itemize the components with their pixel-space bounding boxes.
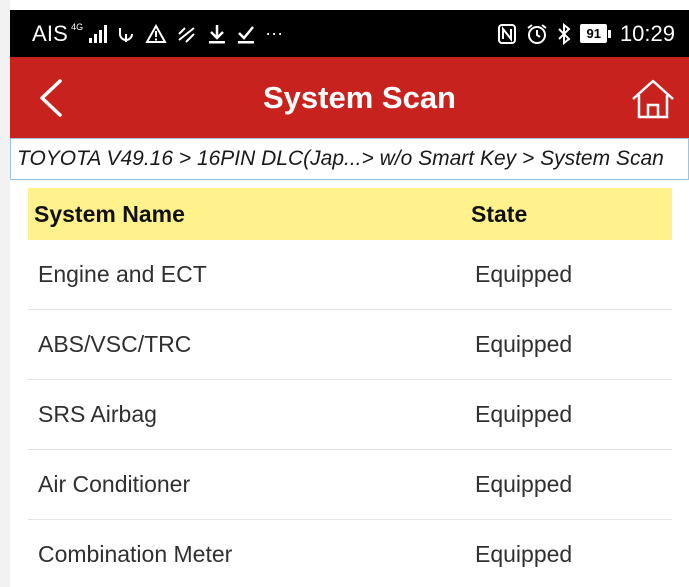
system-name-cell: Air Conditioner [38,471,191,497]
battery-level: 91 [580,24,607,43]
signal-strength-icon [89,24,108,43]
bluetooth-icon [558,22,571,45]
table-row[interactable]: SRS Airbag Equipped [28,380,672,450]
download-icon [209,24,226,43]
status-bar: AIS 4G ··· 91 10:29 [10,10,689,57]
system-name-cell: ABS/VSC/TRC [38,331,192,357]
table-header: System Name State [28,188,672,240]
no-signal-icon [178,26,195,43]
usb-debug-icon [119,27,134,42]
status-right-group: 91 10:29 [497,21,675,47]
more-icon: ··· [265,23,284,43]
status-left-group: AIS 4G ··· [32,21,283,47]
system-name-cell: SRS Airbag [38,401,157,427]
system-state-cell: Equipped [475,541,573,567]
app-screen: AIS 4G ··· 91 10:29 System Scan TOYOTA V… [0,0,689,587]
system-state-cell: Equipped [475,331,573,357]
warning-icon [145,23,167,43]
checkmark-icon [238,25,255,43]
home-button[interactable] [629,75,677,123]
breadcrumb: TOYOTA V49.16 > 16PIN DLC(Jap...> w/o Sm… [10,138,689,180]
system-table: System Name State Engine and ECT Equippe… [28,188,672,587]
column-header-state: State [471,200,528,227]
table-row[interactable]: Air Conditioner Equipped [28,450,672,520]
nfc-icon [498,23,517,44]
alarm-icon [527,23,548,44]
home-icon [632,79,674,119]
clock: 10:29 [619,20,675,46]
system-name-cell: Combination Meter [38,541,233,567]
page-title: System Scan [263,80,456,115]
column-header-system-name: System Name [34,200,185,227]
app-header: System Scan [10,57,689,138]
table-row[interactable]: Engine and ECT Equipped [28,240,672,310]
system-name-cell: Engine and ECT [38,261,207,287]
system-state-cell: Equipped [475,401,573,427]
system-state-cell: Equipped [475,471,573,497]
table-row[interactable]: Combination Meter Equipped [28,520,672,587]
battery-icon: 91 [580,24,611,43]
carrier-name: AIS [32,20,69,46]
table-row[interactable]: ABS/VSC/TRC Equipped [28,310,672,380]
system-state-cell: Equipped [475,261,573,287]
network-type: 4G [71,22,84,32]
